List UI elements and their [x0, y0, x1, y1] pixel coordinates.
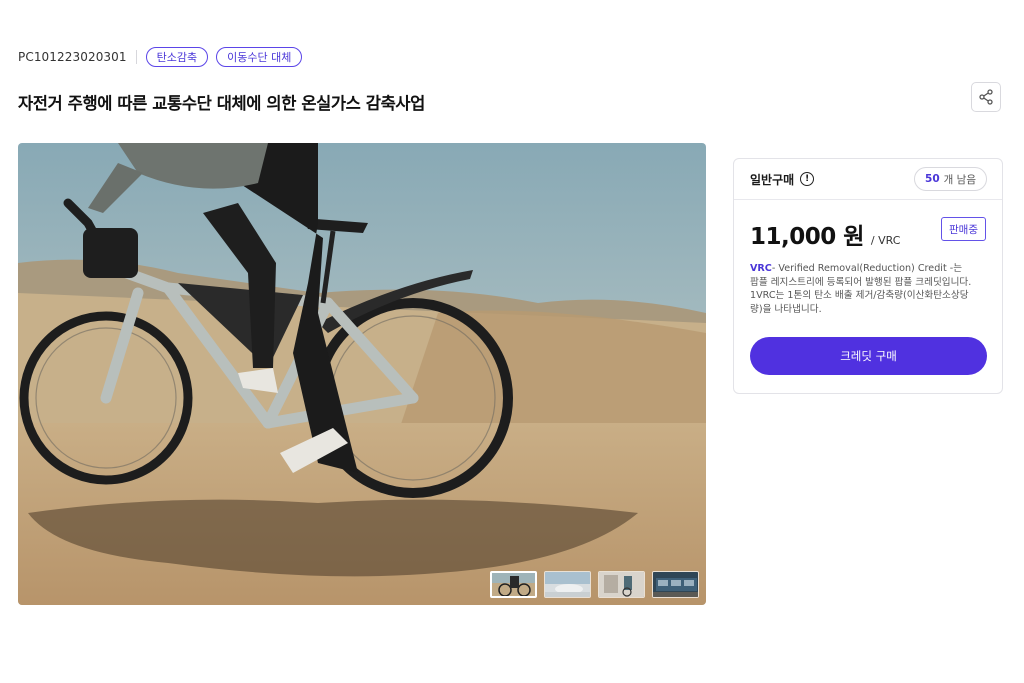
- thumbnail-1[interactable]: [490, 571, 537, 598]
- page-title: 자전거 주행에 따른 교통수단 대체에 의한 온실가스 감축사업: [18, 94, 425, 113]
- vrc-desc-line3: 1VRC는 1톤의 탄소 배출 제거/감축량(이산화탄소상당: [750, 290, 969, 301]
- buy-credit-button[interactable]: 크레딧 구매: [750, 337, 987, 375]
- project-header: PC101223020301 탄소감축 이동수단 대체: [18, 46, 310, 68]
- tag-transport-replacement[interactable]: 이동수단 대체: [216, 47, 303, 67]
- remaining-badge: 50 개 남음: [914, 167, 987, 191]
- price: 11,000 원: [750, 224, 864, 250]
- purchase-type: 일반구매 !: [750, 171, 815, 188]
- vrc-description: VRC- Verified Removal(Reduction) Credit …: [750, 262, 988, 316]
- project-main-image: [18, 143, 706, 605]
- vrc-desc-line2: 팝플 레지스트리에 등록되어 발행된 팝플 크레딧입니다.: [750, 276, 972, 288]
- divider: [135, 50, 137, 64]
- tag-carbon-reduction[interactable]: 탄소감축: [145, 47, 209, 67]
- vrc-desc-line4: 량)을 나타냅니다.: [750, 303, 822, 315]
- purchase-card: 일반구매 ! 50 개 남음 11,000 원 / VRC 판매중 VRC- V…: [733, 158, 1003, 394]
- purchase-card-header: 일반구매 ! 50 개 남음: [734, 159, 1002, 200]
- remaining-count: 50: [925, 173, 940, 185]
- thumbnail-3[interactable]: [598, 571, 645, 598]
- vrc-desc-line1: - Verified Removal(Reduction) Credit -는: [771, 263, 963, 274]
- price-unit: / VRC: [870, 234, 901, 247]
- share-icon: [979, 89, 993, 105]
- thumbnail-strip: [490, 571, 699, 598]
- thumbnail-4[interactable]: [652, 571, 699, 598]
- remaining-suffix: 개 남음: [943, 173, 976, 186]
- thumbnail-2[interactable]: [544, 571, 591, 598]
- price-row: 11,000 원 / VRC: [750, 217, 900, 251]
- project-code: PC101223020301: [18, 50, 127, 64]
- vrc-highlight: VRC: [750, 263, 772, 274]
- info-icon[interactable]: !: [800, 172, 815, 186]
- status-badge: 판매중: [941, 217, 986, 241]
- share-button[interactable]: [971, 82, 1001, 112]
- purchase-type-label: 일반구매: [750, 172, 795, 187]
